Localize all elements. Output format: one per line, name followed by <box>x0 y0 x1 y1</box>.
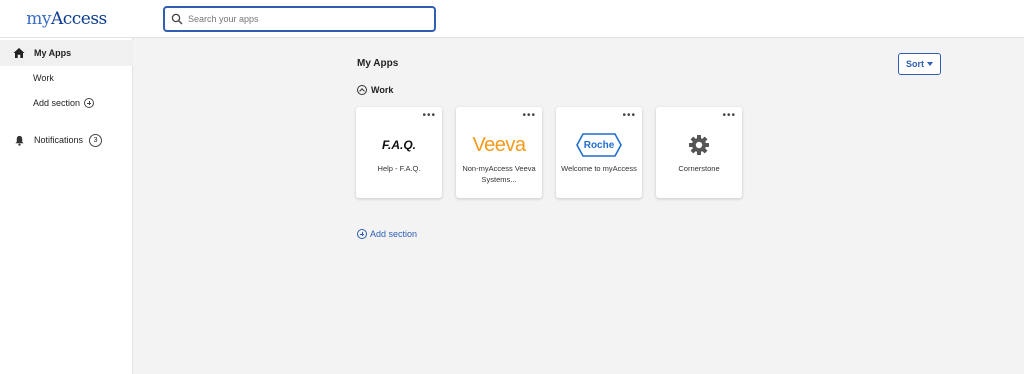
group-header-work[interactable]: Work <box>357 85 393 95</box>
veeva-logo: Veeva <box>456 131 542 159</box>
add-circle-icon <box>357 229 367 239</box>
top-bar: my Access <box>0 0 1024 38</box>
sidebar-item-my-apps[interactable]: My Apps <box>0 40 133 66</box>
more-options-icon[interactable]: ••• <box>622 111 636 121</box>
app-tile-label: Help - F.A.Q. <box>377 164 421 173</box>
faq-logo: F.A.Q. <box>356 131 442 159</box>
gear-icon <box>656 131 742 159</box>
group-name: Work <box>371 85 394 95</box>
add-circle-icon <box>84 98 95 108</box>
roche-logo-text: Roche <box>583 139 615 151</box>
veeva-logo-text: Veeva <box>472 133 526 156</box>
sidebar-item-label: Notifications <box>34 135 84 145</box>
search-icon <box>171 13 183 25</box>
faq-logo-text: F.A.Q. <box>381 138 416 152</box>
add-section-label: Add section <box>370 229 418 239</box>
more-options-icon[interactable]: ••• <box>522 111 536 121</box>
app-tile-cornerstone[interactable]: ••• Cornerstone <box>656 107 742 198</box>
more-options-icon[interactable]: ••• <box>722 111 736 121</box>
more-options-icon[interactable]: ••• <box>422 111 436 121</box>
sidebar-item-label: Add section <box>33 98 81 108</box>
app-tile-roche[interactable]: ••• Roche Welcome to myAccess <box>556 107 642 198</box>
search-input[interactable] <box>188 14 428 24</box>
collapse-icon[interactable] <box>357 85 367 95</box>
logo-my-text: my <box>26 9 51 29</box>
app-tile-veeva[interactable]: ••• Veeva Non-myAccess Veeva Systems... <box>456 107 542 198</box>
sidebar-item-label: My Apps <box>34 48 72 58</box>
add-section-link[interactable]: Add section <box>357 229 417 239</box>
sidebar-item-notifications[interactable]: Notifications 3 <box>0 127 133 153</box>
home-icon <box>13 47 25 59</box>
roche-logo: Roche <box>556 131 642 159</box>
sort-label: Sort <box>906 59 924 69</box>
search-box[interactable] <box>163 6 436 32</box>
sidebar-item-add-section[interactable]: Add section <box>0 90 133 116</box>
app-tile-faq[interactable]: ••• F.A.Q. Help - F.A.Q. <box>356 107 442 198</box>
sidebar: My Apps Work Add section Notifications 3 <box>0 38 133 374</box>
app-tile-label: Non-myAccess Veeva Systems... <box>462 164 536 184</box>
sidebar-item-label: Work <box>33 73 54 83</box>
app-tile-label: Cornerstone <box>678 164 720 173</box>
myaccess-logo[interactable]: my Access <box>0 0 133 38</box>
sort-button[interactable]: Sort <box>898 53 941 75</box>
sidebar-item-work[interactable]: Work <box>0 65 133 91</box>
bell-icon <box>13 134 25 146</box>
app-tile-label: Welcome to myAccess <box>561 164 637 173</box>
notification-count-badge: 3 <box>89 133 103 147</box>
page-title: My Apps <box>357 58 399 69</box>
logo-access-text: Access <box>50 9 107 29</box>
caret-down-icon <box>927 62 933 66</box>
